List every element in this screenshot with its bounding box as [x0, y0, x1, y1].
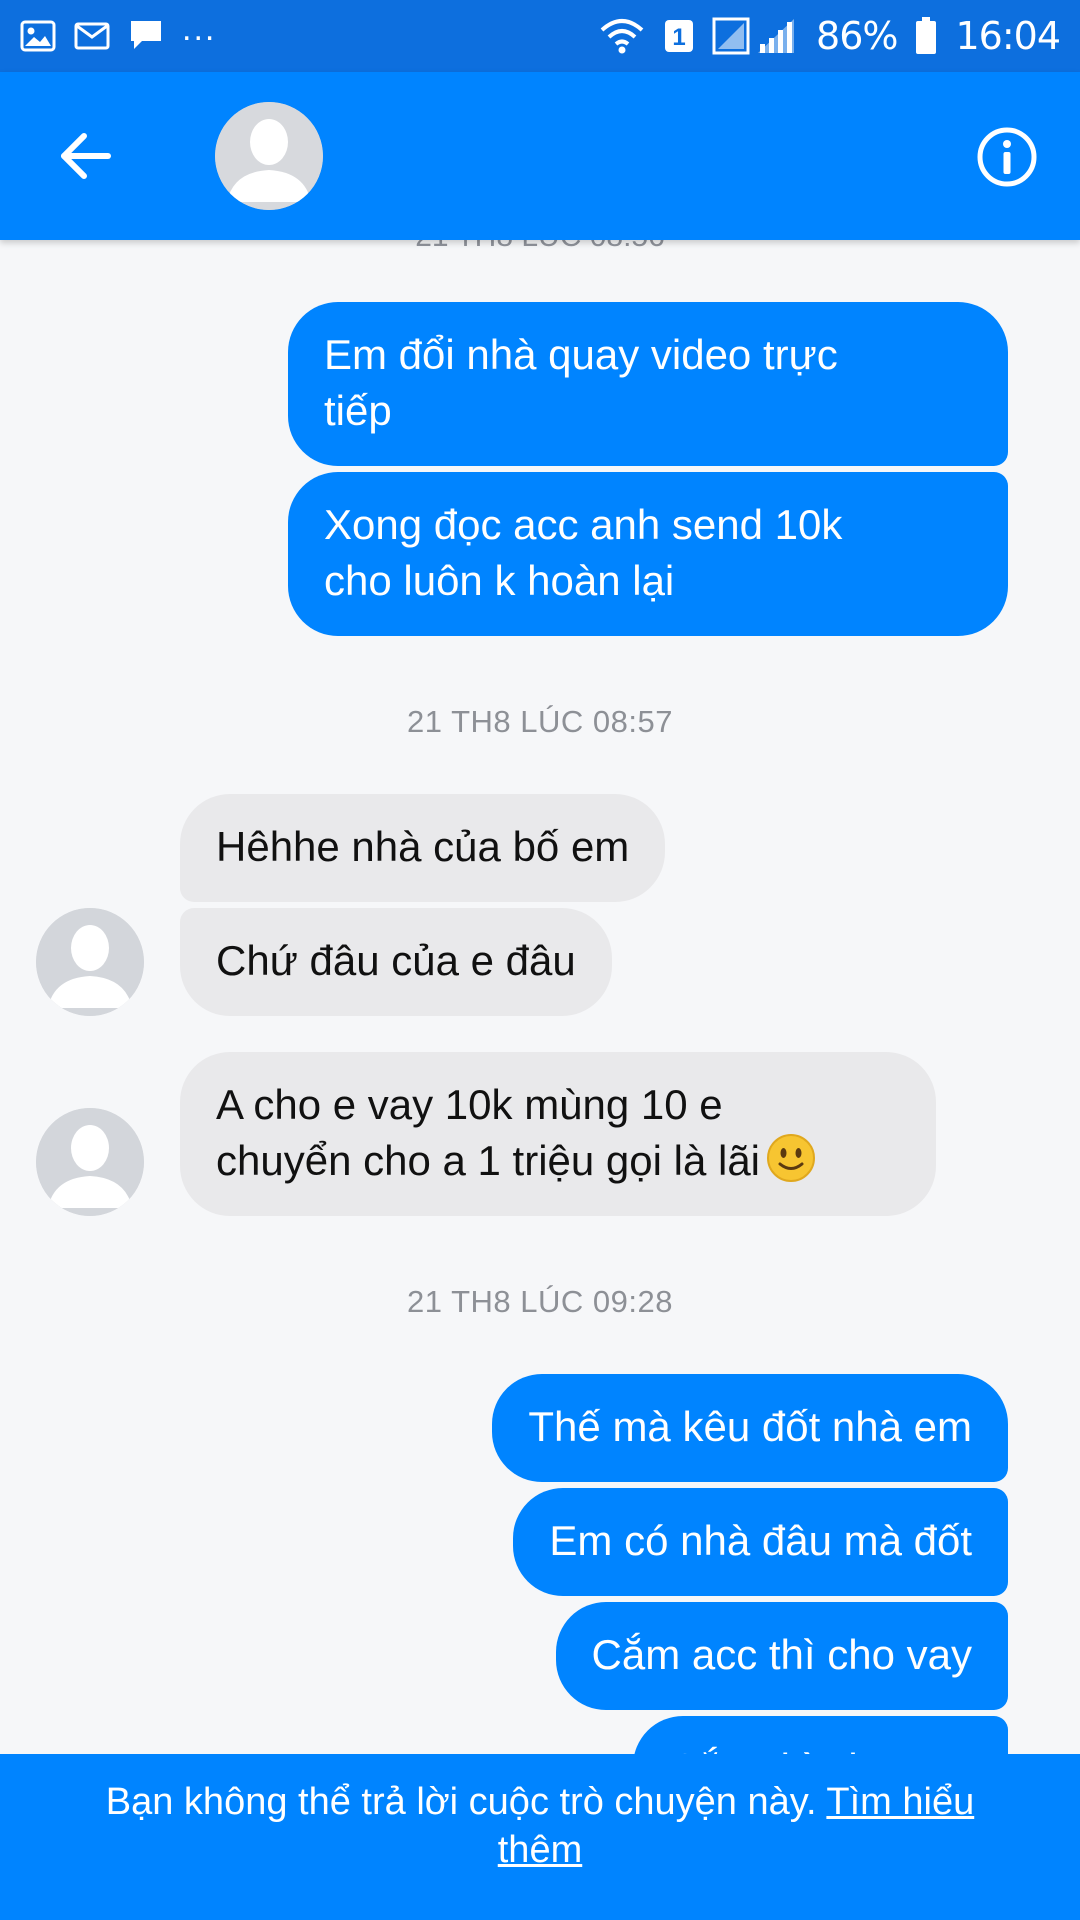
battery-percent: 86% [816, 14, 898, 58]
message-line: tiếp [324, 387, 392, 434]
outgoing-message[interactable]: Em có nhà đâu mà đốt [513, 1488, 1008, 1596]
cannot-reply-text: Bạn không thể trả lời cuộc trò chuyện nà… [105, 1781, 817, 1823]
message-line: A cho e vay 10k mùng 10 e [216, 1081, 723, 1128]
message-line: Xong đọc acc anh send 10k [324, 501, 843, 548]
contact-avatar[interactable] [215, 102, 323, 210]
gallery-icon [20, 20, 56, 52]
message-text: Chứ đâu của e đâu [216, 937, 576, 984]
cannot-reply-banner: Bạn không thể trả lời cuộc trò chuyện nà… [0, 1754, 1080, 1920]
message-text: chuyển cho a 1 triệu gọi là lãi [216, 1137, 761, 1184]
message-line: Em đổi nhà quay video trực [324, 331, 838, 378]
sim-badge-number: 1 [672, 24, 685, 51]
info-icon [977, 127, 1037, 187]
incoming-message[interactable]: Chứ đâu của e đâu [180, 908, 612, 1016]
back-button[interactable] [52, 122, 120, 190]
message-line: cho luôn k hoàn lại [324, 557, 675, 604]
conversation-header [0, 72, 1080, 240]
mail-icon [74, 21, 110, 51]
incoming-message[interactable]: A cho e vay 10k mùng 10 e chuyển cho a 1… [180, 1052, 936, 1216]
wifi-icon [598, 16, 646, 56]
sim-badge: 1 [664, 19, 694, 53]
arrow-left-icon [61, 133, 111, 179]
message-text: Thế mà kêu đốt nhà em [528, 1403, 972, 1450]
status-right: 1 86% 16:04 [598, 14, 1061, 58]
message-text: Cắm acc thì cho vay [591, 1631, 972, 1678]
clock: 16:04 [955, 14, 1061, 58]
message-line: chuyển cho a 1 triệu gọi là lãi [216, 1133, 900, 1197]
outgoing-message[interactable]: Cắm acc thì cho vay [555, 1602, 1008, 1710]
incoming-message[interactable]: Hêhhe nhà của bố em [180, 794, 666, 902]
outgoing-message[interactable]: Em đổi nhà quay video trực tiếp [288, 302, 1008, 466]
sender-avatar[interactable] [36, 1108, 144, 1216]
outgoing-message[interactable]: Xong đọc acc anh send 10k cho luôn k hoà… [288, 472, 1008, 636]
signal-icon [712, 16, 798, 56]
info-button[interactable] [976, 126, 1038, 188]
outgoing-message[interactable]: Thế mà kêu đốt nhà em [492, 1374, 1008, 1482]
timestamp: 21 TH8 LÚC 08:57 [407, 704, 673, 739]
status-left: ... [20, 12, 216, 53]
timestamp: 21 TH8 LÚC 09:28 [407, 1284, 673, 1319]
smile-emoji [766, 1133, 816, 1197]
chat-bubble-icon [128, 19, 164, 53]
message-text: Em có nhà đâu mà đốt [549, 1517, 972, 1564]
message-text: Hêhhe nhà của bố em [216, 823, 630, 870]
more-notifications: ... [182, 10, 217, 48]
status-bar: ... 1 86% 16:04 [0, 0, 1080, 72]
battery-icon [915, 17, 937, 55]
sender-avatar[interactable] [36, 908, 144, 1016]
